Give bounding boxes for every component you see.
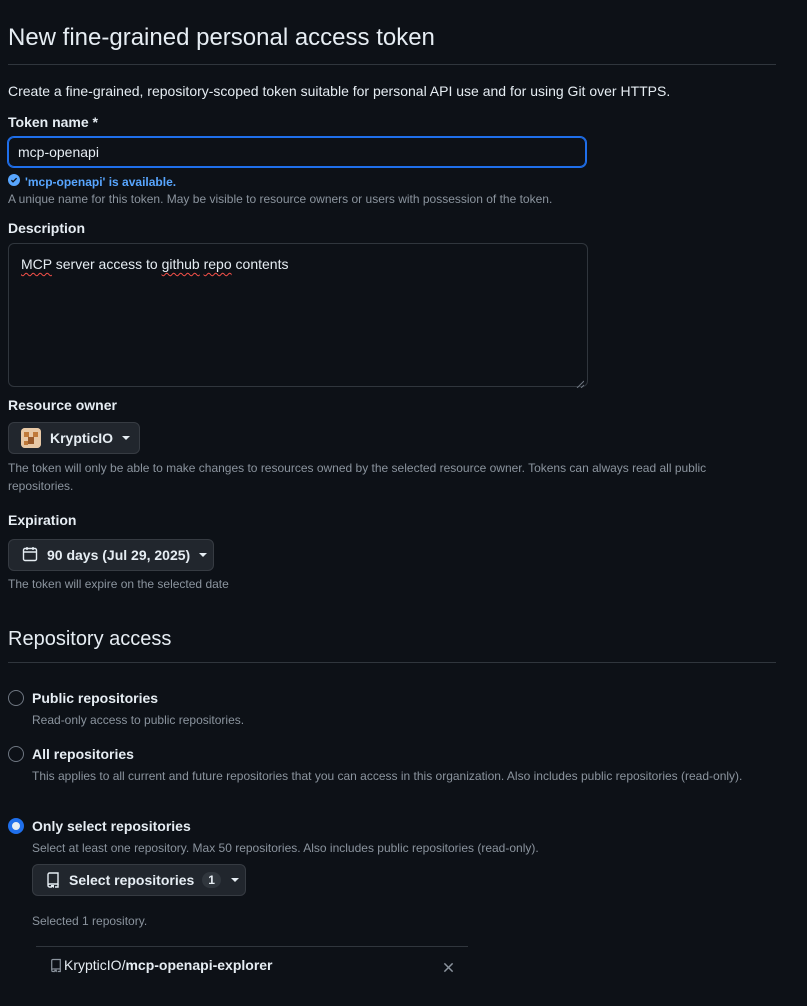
expiration-hint: The token will expire on the selected da… <box>8 577 229 591</box>
divider <box>36 946 468 947</box>
resource-owner-button[interactable]: KrypticIO <box>8 422 140 454</box>
description-word: server access to <box>51 256 162 272</box>
resource-owner-value: KrypticIO <box>50 430 114 446</box>
option-label: Public repositories <box>32 690 159 706</box>
select-repositories-label: Select repositories <box>69 872 195 888</box>
description-textarea[interactable]: MCP server access to github repo content… <box>8 243 588 389</box>
page-title: New fine-grained personal access token <box>8 24 435 51</box>
option-description: Select at least one repository. Max 50 r… <box>32 841 539 855</box>
description-word: contents <box>231 256 289 272</box>
availability-message: 'mcp-openapi' is available. <box>8 174 176 189</box>
divider <box>8 64 776 65</box>
selected-repo-owner: KrypticIO/ <box>64 957 126 973</box>
token-name-input[interactable] <box>7 136 587 168</box>
selected-summary: Selected 1 repository. <box>32 914 148 928</box>
expiration-value: 90 days (Jul 29, 2025) <box>47 547 191 563</box>
chevron-down-icon <box>199 553 208 557</box>
option-label: All repositories <box>32 746 134 762</box>
expiration-label: Expiration <box>8 512 77 528</box>
description-word: github <box>161 256 200 272</box>
repo-count-badge: 1 <box>202 872 221 888</box>
calendar-icon <box>22 546 38 565</box>
repo-icon <box>50 958 62 973</box>
close-icon[interactable] <box>441 960 455 974</box>
resource-owner-hint: The token will only be able to make chan… <box>8 461 707 493</box>
description-word: MCP <box>21 256 52 272</box>
expiration-button[interactable]: 90 days (Jul 29, 2025) <box>8 539 214 571</box>
avatar <box>21 428 41 448</box>
page-lead: Create a fine-grained, repository-scoped… <box>8 83 671 99</box>
resize-handle[interactable] <box>576 375 585 389</box>
repo-icon <box>46 872 60 888</box>
token-name-hint: A unique name for this token. May be vis… <box>8 192 553 206</box>
selected-repo-name: mcp-openapi-explorer <box>125 957 273 973</box>
option-description: This applies to all current and future r… <box>32 769 743 783</box>
description-label: Description <box>8 220 86 236</box>
availability-text: 'mcp-openapi' is available. <box>25 174 177 189</box>
radio-only-select-repositories[interactable] <box>8 818 24 834</box>
option-description: Read-only access to public repositories. <box>32 713 245 727</box>
section-title: Repository access <box>8 628 172 650</box>
chevron-down-icon <box>122 436 131 440</box>
check-circle-icon <box>8 174 20 189</box>
token-name-label: Token name * <box>8 114 98 130</box>
option-label: Only select repositories <box>32 818 191 834</box>
divider <box>8 662 776 663</box>
selected-repo-item: KrypticIO/mcp-openapi-explorer <box>50 957 273 973</box>
chevron-down-icon <box>230 878 239 882</box>
radio-public-repositories[interactable] <box>8 690 24 706</box>
resource-owner-label: Resource owner <box>8 397 117 413</box>
select-repositories-button[interactable]: Select repositories 1 <box>32 864 246 896</box>
radio-all-repositories[interactable] <box>8 746 24 762</box>
description-word: repo <box>203 256 232 272</box>
